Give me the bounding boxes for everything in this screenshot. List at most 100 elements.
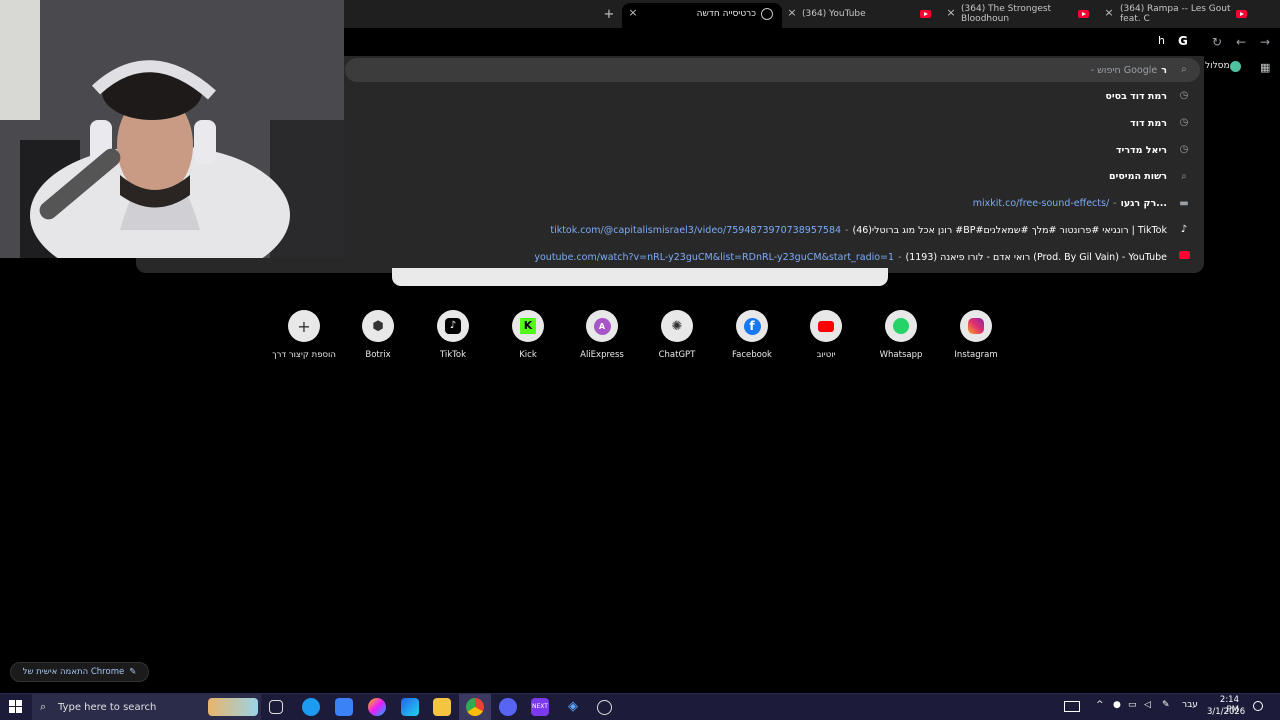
suggestion-text: רק רגעו... bbox=[1120, 197, 1167, 209]
search-icon: ⌕ bbox=[1181, 171, 1187, 182]
shortcut-label: AliExpress bbox=[580, 350, 624, 360]
aliexpress-icon: A bbox=[586, 310, 618, 342]
suggestion-row[interactable]: ריאל מדריד bbox=[1116, 140, 1167, 160]
ntp-search-box[interactable] bbox=[392, 268, 888, 286]
volume-icon[interactable]: ◁ bbox=[1144, 700, 1151, 710]
shortcut-label: Instagram bbox=[954, 350, 998, 360]
shortcut-label: Whatsapp bbox=[879, 350, 923, 360]
history-icon: ◷ bbox=[1179, 144, 1189, 155]
google-icon: G bbox=[1178, 34, 1188, 48]
customize-label: התאמה אישית של Chrome bbox=[22, 667, 125, 677]
new-tab-button[interactable]: + bbox=[602, 0, 616, 28]
file-explorer-icon[interactable] bbox=[433, 698, 451, 716]
back-icon[interactable]: ← bbox=[1233, 34, 1249, 50]
search-highlight-image bbox=[208, 698, 258, 716]
youtube-favicon-icon bbox=[1078, 0, 1090, 28]
omnibox-typed-text[interactable]: h bbox=[1158, 34, 1165, 47]
suggestion-search-row[interactable] bbox=[345, 58, 1200, 82]
shortcut-whatsapp[interactable]: Whatsapp bbox=[864, 310, 938, 370]
shortcut-aliexpress[interactable]: A AliExpress bbox=[565, 310, 639, 370]
windows-start-icon[interactable] bbox=[9, 700, 22, 713]
plus-icon: + bbox=[288, 310, 320, 342]
separator: - bbox=[1113, 197, 1117, 209]
copilot-icon[interactable] bbox=[368, 698, 386, 716]
tab-new-tab[interactable]: כרטיסייה חדשה bbox=[644, 0, 756, 28]
shortcut-label: Kick bbox=[519, 350, 537, 360]
tiktok-icon: ♪ bbox=[1180, 224, 1188, 235]
chevron-up-icon[interactable]: ^ bbox=[1096, 700, 1104, 710]
suggestion-text: רמת דוד bbox=[1130, 117, 1167, 129]
tab-youtube[interactable]: (364) YouTube bbox=[802, 0, 917, 28]
taskbar-search-placeholder: Type here to search bbox=[58, 701, 157, 713]
suggestion-url: youtube.com/watch?v=nRL-y23guCM&list=RDn… bbox=[534, 251, 895, 263]
task-view-icon[interactable] bbox=[269, 700, 283, 714]
add-shortcut-button[interactable]: + הוספת קיצור דרך bbox=[267, 310, 341, 370]
reload-icon[interactable]: ↻ bbox=[1209, 34, 1225, 50]
suggestion-row[interactable]: רשות המיסים bbox=[1109, 166, 1167, 186]
shortcut-label: Facebook bbox=[732, 350, 772, 360]
tab-close-icon[interactable]: × bbox=[944, 6, 958, 20]
chrome-icon[interactable] bbox=[466, 698, 484, 716]
clock-date[interactable]: 3/1/2026 bbox=[1207, 707, 1245, 717]
tab-rampa[interactable]: (364) Rampa -- Les Gout feat. C bbox=[1120, 0, 1232, 28]
language-indicator[interactable]: עבר bbox=[1182, 700, 1198, 710]
tab-strongest-bloodhound[interactable]: (364) The Strongest Bloodhoun bbox=[961, 0, 1073, 28]
bookmark-favicon-icon bbox=[1230, 61, 1241, 72]
tab-close-icon[interactable]: × bbox=[785, 6, 799, 20]
suggestion-row[interactable]: רמת דוד בסיס bbox=[1105, 86, 1167, 106]
shortcut-label: Botrix bbox=[365, 350, 391, 360]
search-icon: ⌕ bbox=[40, 700, 47, 713]
store-icon[interactable] bbox=[335, 698, 353, 716]
battery-icon[interactable]: ▭ bbox=[1128, 700, 1137, 710]
separator: - bbox=[898, 251, 902, 263]
search-suggestion[interactable]: - חיפוש Google ר bbox=[1091, 60, 1167, 80]
suggestion-row[interactable]: mixkit.co/free-sound-effects/ - רק רגעו.… bbox=[973, 193, 1167, 213]
tab-close-icon[interactable]: × bbox=[1102, 6, 1116, 20]
tab-title: (364) YouTube bbox=[802, 9, 866, 19]
botrix-icon: ⬢ bbox=[362, 310, 394, 342]
youtube-favicon-icon bbox=[920, 0, 932, 28]
tiktok-icon: ♪ bbox=[437, 310, 469, 342]
shortcut-tiktok[interactable]: ♪ TikTok bbox=[416, 310, 490, 370]
youtube-icon bbox=[810, 310, 842, 342]
chatgpt-icon: ✺ bbox=[661, 310, 693, 342]
shortcut-label: ChatGPT bbox=[658, 350, 696, 360]
pen-icon[interactable]: ✎ bbox=[1162, 700, 1170, 710]
obs-icon[interactable] bbox=[597, 700, 612, 715]
facebook-icon: f bbox=[736, 310, 768, 342]
separator: - bbox=[845, 224, 849, 236]
customize-chrome-button[interactable]: התאמה אישית של Chrome ✎ bbox=[10, 662, 149, 682]
notification-icon[interactable] bbox=[1253, 701, 1263, 711]
tab-close-icon[interactable]: × bbox=[626, 6, 640, 20]
shortcut-kick[interactable]: K Kick bbox=[491, 310, 565, 370]
keyboard-icon[interactable] bbox=[1064, 701, 1080, 712]
copilot-app-icon[interactable] bbox=[401, 698, 419, 716]
shortcut-chatgpt[interactable]: ✺ ChatGPT bbox=[640, 310, 714, 370]
shortcut-label: TikTok bbox=[439, 350, 467, 360]
shortcut-instagram[interactable]: Instagram bbox=[939, 310, 1013, 370]
bookmark-label[interactable]: מסלול bbox=[1205, 61, 1230, 71]
shortcut-label: הוספת קיצור דרך bbox=[272, 350, 336, 360]
apps-grid-icon[interactable]: ▦ bbox=[1260, 61, 1272, 74]
shortcut-youtube[interactable]: יוטיוב bbox=[789, 310, 863, 370]
forward-icon[interactable]: → bbox=[1257, 34, 1273, 50]
page-icon: ▬ bbox=[1179, 198, 1189, 209]
suggestion-row[interactable]: youtube.com/watch?v=nRL-y23guCM&list=RDn… bbox=[534, 247, 1167, 267]
kick-icon: K bbox=[512, 310, 544, 342]
suggestion-text: (1193) רואי אדם - לורו פיאנה (Prod. By G… bbox=[905, 251, 1167, 263]
discord-icon[interactable] bbox=[499, 698, 517, 716]
suggestion-text: (46)רונן אכל מוג ברוטלי #BP#רונגיאי #פרו… bbox=[852, 224, 1167, 236]
shortcut-facebook[interactable]: f Facebook bbox=[715, 310, 789, 370]
next-app-icon[interactable]: NEXT bbox=[531, 698, 549, 716]
history-icon: ◷ bbox=[1179, 117, 1189, 128]
shortcut-botrix[interactable]: ⬢ Botrix bbox=[341, 310, 415, 370]
streamlabs-icon[interactable]: ◈ bbox=[564, 698, 582, 716]
suggestion-url: tiktok.com/@capitalismisrael3/video/7594… bbox=[550, 224, 842, 236]
webcam-overlay bbox=[0, 0, 344, 258]
suggestion-row[interactable]: רמת דוד bbox=[1130, 113, 1167, 133]
suggestion-row[interactable]: tiktok.com/@capitalismisrael3/video/7594… bbox=[550, 220, 1167, 240]
microphone-icon[interactable]: ● bbox=[1113, 700, 1121, 710]
edge-icon[interactable] bbox=[302, 698, 320, 716]
history-icon: ◷ bbox=[1179, 90, 1189, 101]
webcam-image bbox=[0, 0, 344, 258]
